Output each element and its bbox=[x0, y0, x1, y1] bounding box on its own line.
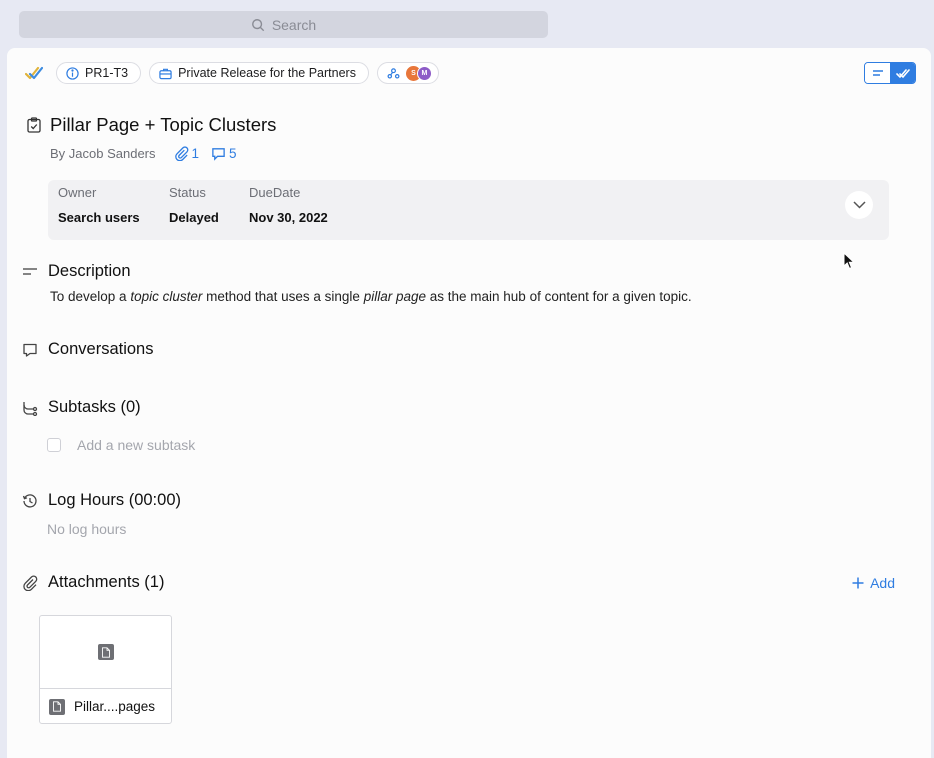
attachment-footer: Pillar....pages bbox=[40, 689, 171, 723]
due-date-value[interactable]: Nov 30, 2022 bbox=[249, 210, 328, 225]
attachment-file-name: Pillar....pages bbox=[74, 699, 156, 714]
text-align-icon bbox=[23, 267, 37, 275]
view-toggle bbox=[864, 62, 916, 84]
task-title[interactable]: Pillar Page + Topic Clusters bbox=[50, 114, 276, 136]
search-icon bbox=[251, 18, 264, 31]
avatar-group: S M bbox=[405, 65, 432, 81]
paperclip-icon bbox=[23, 574, 38, 591]
list-view-button[interactable] bbox=[865, 63, 890, 83]
project-name: Private Release for the Partners bbox=[178, 66, 356, 80]
people-icon bbox=[387, 67, 400, 79]
file-icon bbox=[49, 698, 65, 715]
due-date-field[interactable]: DueDate Nov 30, 2022 bbox=[249, 185, 328, 225]
chevron-down-icon bbox=[852, 201, 866, 209]
owner-value[interactable]: Search users bbox=[58, 210, 140, 225]
status-label: Status bbox=[169, 185, 206, 200]
description-text[interactable]: To develop a topic cluster method that u… bbox=[50, 289, 692, 304]
log-hours-heading: Log Hours (00:00) bbox=[48, 491, 181, 509]
task-author: By Jacob Sanders bbox=[50, 146, 156, 161]
status-value[interactable]: Delayed bbox=[169, 210, 219, 225]
owner-label: Owner bbox=[58, 185, 97, 200]
search-bar[interactable]: Search bbox=[19, 11, 548, 38]
subtask-icon bbox=[23, 401, 38, 416]
attachments-count-link[interactable]: 1 bbox=[174, 146, 199, 161]
lines-icon bbox=[872, 70, 883, 76]
attachments-heading: Attachments (1) bbox=[48, 573, 165, 591]
clock-history-icon bbox=[22, 493, 37, 508]
task-title-row: Pillar Page + Topic Clusters bbox=[27, 114, 276, 136]
attachments-section: Attachments (1) bbox=[22, 573, 164, 592]
add-attachment-label: Add bbox=[870, 575, 895, 591]
owner-field[interactable]: Owner Search users bbox=[58, 185, 140, 225]
plus-icon bbox=[852, 577, 864, 589]
assignees-chip[interactable]: S M bbox=[376, 62, 439, 84]
task-topbar: PR1-T3 Private Release for the Partners … bbox=[24, 62, 439, 84]
avatar: M bbox=[416, 65, 432, 81]
attachment-card[interactable]: Pillar....pages bbox=[39, 615, 172, 724]
search-placeholder: Search bbox=[271, 16, 317, 33]
description-section: Description bbox=[22, 262, 131, 281]
log-hours-section: Log Hours (00:00) bbox=[22, 491, 181, 510]
due-date-label: DueDate bbox=[249, 185, 301, 200]
comment-icon bbox=[212, 148, 225, 161]
description-heading: Description bbox=[48, 262, 131, 280]
add-attachment-button[interactable]: Add bbox=[852, 575, 895, 591]
task-detail-panel: PR1-T3 Private Release for the Partners … bbox=[7, 48, 931, 758]
add-subtask-row[interactable]: Add a new subtask bbox=[47, 437, 195, 453]
paperclip-icon bbox=[174, 146, 188, 161]
app-logo-icon bbox=[24, 62, 44, 84]
add-subtask-input[interactable]: Add a new subtask bbox=[77, 437, 195, 453]
status-field[interactable]: Status Delayed bbox=[169, 185, 219, 225]
subtasks-heading: Subtasks (0) bbox=[48, 398, 141, 416]
project-chip[interactable]: Private Release for the Partners bbox=[149, 62, 369, 84]
expand-fields-button[interactable] bbox=[845, 191, 873, 219]
mouse-cursor-icon bbox=[843, 252, 855, 270]
conversations-section: Conversations bbox=[22, 340, 153, 359]
info-icon bbox=[66, 66, 79, 80]
double-check-icon bbox=[895, 68, 910, 78]
comments-count-link[interactable]: 5 bbox=[211, 146, 237, 161]
attachment-preview[interactable] bbox=[40, 616, 171, 689]
no-log-hours-text: No log hours bbox=[47, 521, 127, 537]
conversations-heading: Conversations bbox=[48, 340, 154, 358]
briefcase-icon bbox=[159, 68, 172, 79]
file-icon bbox=[97, 644, 114, 660]
task-id: PR1-T3 bbox=[85, 66, 129, 80]
task-id-chip[interactable]: PR1-T3 bbox=[56, 62, 142, 84]
clipboard-check-icon bbox=[27, 117, 41, 133]
subtask-checkbox[interactable] bbox=[47, 438, 61, 452]
chat-bubble-icon bbox=[23, 343, 37, 357]
subtasks-section: Subtasks (0) bbox=[22, 398, 141, 417]
task-fields-box: Owner Search users Status Delayed DueDat… bbox=[48, 180, 889, 240]
task-view-button[interactable] bbox=[890, 63, 915, 83]
task-meta: By Jacob Sanders 1 5 bbox=[50, 146, 237, 161]
